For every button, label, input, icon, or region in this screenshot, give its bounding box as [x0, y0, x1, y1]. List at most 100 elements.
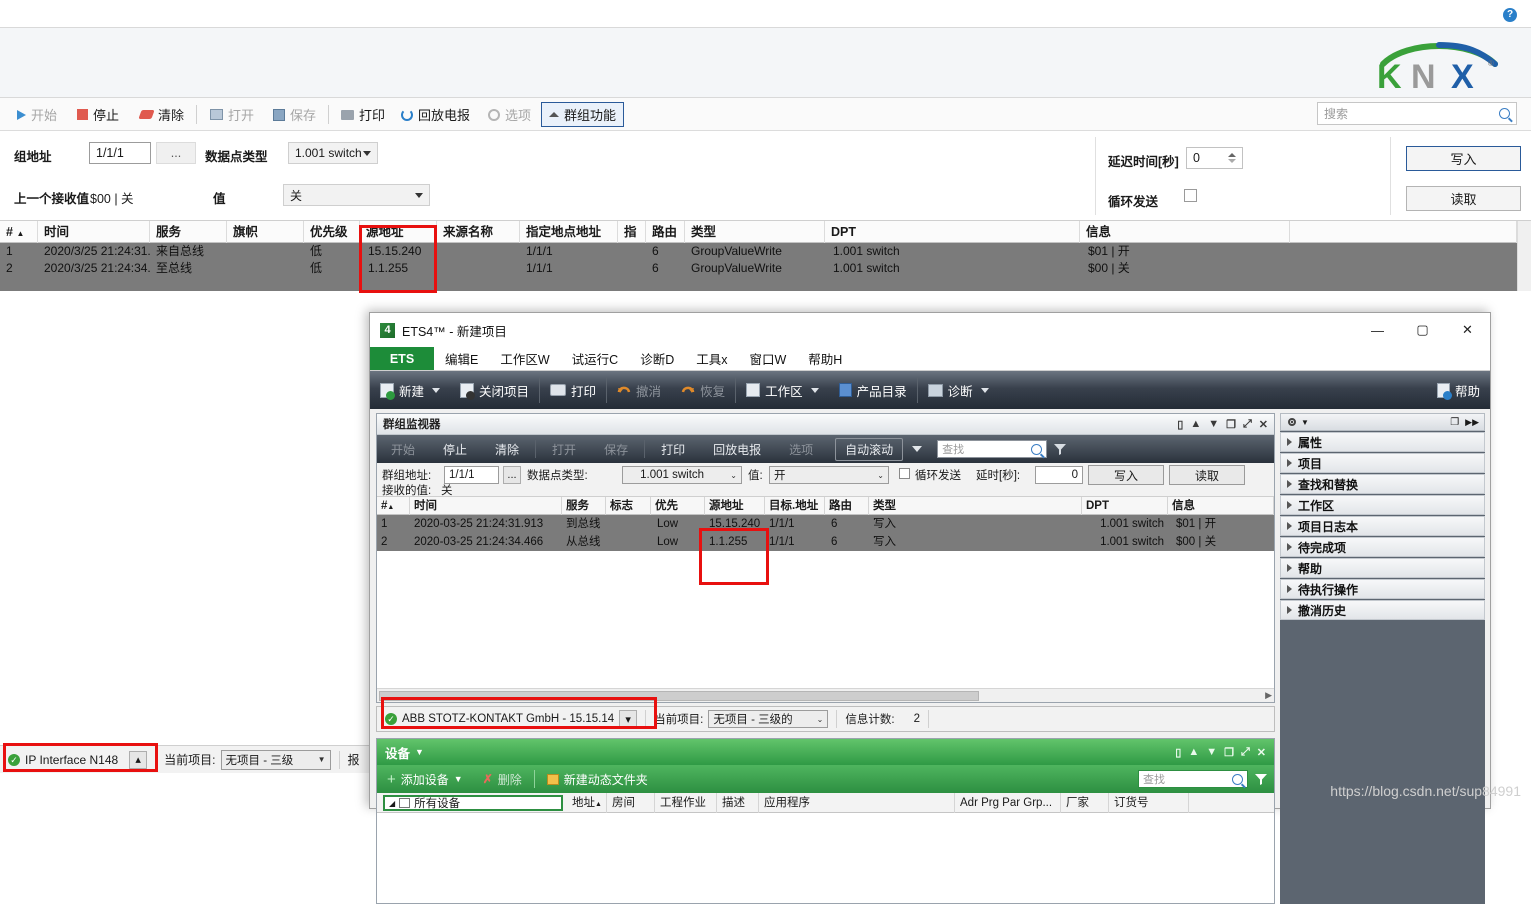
th-ind[interactable]: 指	[618, 221, 646, 243]
new-dynamic-folder-button[interactable]: 新建动态文件夹	[537, 771, 658, 788]
dev-th-room[interactable]: 房间	[607, 793, 655, 813]
th-info[interactable]: 信息	[1080, 221, 1290, 243]
scrollbar-thumb[interactable]	[379, 691, 979, 701]
gm-delay-input[interactable]: 0	[1035, 466, 1083, 484]
sidebar-item-pending-operations[interactable]: 待执行操作	[1280, 579, 1485, 599]
toolbar-group-function-button[interactable]: 群组功能	[541, 102, 625, 127]
gm-th-source-address[interactable]: 源地址	[705, 497, 765, 515]
gm-table-row[interactable]: 2 2020-03-25 21:24:34.466 从总线 Low 1.1.25…	[377, 533, 1274, 551]
toolbar-options-button[interactable]: 选项	[481, 102, 538, 127]
chevron-down-icon[interactable]: ▼	[415, 747, 424, 757]
chevron-down-icon[interactable]	[980, 387, 989, 393]
ribbon-workspace-button[interactable]: 工作区	[736, 371, 829, 409]
value-select[interactable]: 关	[283, 184, 430, 206]
gm-replay-button[interactable]: 回放电报	[699, 441, 775, 458]
th-priority[interactable]: 优先级	[304, 221, 360, 243]
th-source-name[interactable]: 来源名称	[437, 221, 520, 243]
help-icon[interactable]: ?	[1503, 8, 1517, 22]
menu-ets-tab[interactable]: ETS	[370, 347, 434, 370]
gm-read-button[interactable]: 读取	[1169, 465, 1245, 485]
gm-stop-button[interactable]: 停止	[429, 441, 481, 458]
table-vertical-scrollbar[interactable]	[1517, 221, 1531, 291]
sidebar-item-workspace[interactable]: 工作区	[1280, 495, 1485, 515]
close-icon[interactable]: ✕	[1445, 313, 1490, 347]
delay-stepper[interactable]: 0	[1186, 147, 1243, 169]
panel-close-icon[interactable]: ✕	[1257, 746, 1266, 759]
maximize-icon[interactable]: ▢	[1400, 313, 1445, 347]
filter-icon[interactable]	[1053, 442, 1067, 456]
delete-device-button[interactable]: ✗ 删除	[473, 771, 532, 788]
menu-item-help[interactable]: 帮助H	[797, 347, 853, 370]
bg-current-project-select[interactable]: 无项目 - 三级 ▼	[220, 749, 331, 770]
gm-th-service[interactable]: 服务	[562, 497, 606, 515]
th-flags[interactable]: 旗帜	[227, 221, 304, 243]
dev-th-adr-prg-par-grp[interactable]: Adr Prg Par Grp...	[955, 793, 1061, 813]
th-dpt[interactable]: DPT	[825, 221, 1080, 243]
bg-connection-status[interactable]: ✓ IP Interface N148 ▴	[0, 749, 157, 770]
panel-dock-icon[interactable]: ▯	[1177, 418, 1183, 431]
dev-th-order-number[interactable]: 订货号	[1109, 793, 1189, 813]
panel-down-icon[interactable]: ▼	[1206, 746, 1217, 758]
gm-connection-status[interactable]: ✓ ABB STOTZ-KONTAKT GmbH - 15.15.14 ▾	[377, 707, 645, 731]
ribbon-undo-button[interactable]: 撤消	[607, 371, 671, 409]
dev-th-manufacturer[interactable]: 厂家	[1061, 793, 1109, 813]
gm-th-routing[interactable]: 路由	[825, 497, 869, 515]
chevron-down-icon[interactable]: ▼	[1301, 418, 1309, 427]
ribbon-redo-button[interactable]: 恢复	[671, 371, 735, 409]
sidebar-item-project-log[interactable]: 项目日志本	[1280, 516, 1485, 536]
sidebar-item-todo[interactable]: 待完成项	[1280, 537, 1485, 557]
gm-cyclic-checkbox[interactable]	[899, 468, 910, 479]
panel-down-icon[interactable]: ▼	[1208, 418, 1219, 430]
panel-expand-icon[interactable]: ⤢	[1241, 746, 1250, 759]
device-search-input[interactable]: 查找	[1138, 770, 1248, 788]
gm-search-input[interactable]: 查找	[937, 440, 1048, 458]
scroll-right-icon[interactable]: ▶	[1265, 690, 1272, 701]
sidebar-item-help[interactable]: 帮助	[1280, 558, 1485, 578]
gm-start-button[interactable]: 开始	[377, 441, 429, 458]
gm-horizontal-scrollbar[interactable]: ▶	[377, 688, 1274, 702]
sidebar-item-find-replace[interactable]: 查找和替换	[1280, 474, 1485, 494]
panel-restore-icon[interactable]: ❐	[1224, 746, 1234, 759]
dpt-select[interactable]: 1.001 switch	[288, 142, 378, 164]
read-button[interactable]: 读取	[1406, 186, 1521, 211]
gm-th-dpt[interactable]: DPT	[1082, 497, 1168, 515]
gm-print-button[interactable]: 打印	[647, 441, 699, 458]
background-search-input[interactable]: 搜索	[1317, 102, 1517, 125]
toolbar-open-button[interactable]: 打开	[203, 102, 261, 127]
dev-th-address[interactable]: 地址▲	[567, 793, 607, 813]
menu-item-edit[interactable]: 编辑E	[434, 347, 489, 370]
connection-expand-button[interactable]: ▴	[129, 750, 148, 769]
ribbon-new-button[interactable]: 新建	[370, 371, 450, 409]
dev-th-application[interactable]: 应用程序	[759, 793, 955, 813]
table-row[interactable]: 1 2020/3/25 21:24:31.928 来自总线 低 15.15.24…	[0, 243, 1531, 260]
panel-restore-icon[interactable]: ❐	[1226, 418, 1236, 431]
dev-th-job[interactable]: 工程作业	[655, 793, 717, 813]
minimize-icon[interactable]: —	[1355, 313, 1400, 347]
th-routing[interactable]: 路由	[646, 221, 685, 243]
cyclic-checkbox[interactable]	[1184, 189, 1197, 202]
gm-autoscroll-button[interactable]: 自动滚动	[835, 437, 904, 461]
chevron-down-icon[interactable]	[432, 387, 441, 393]
toolbar-start-button[interactable]: 开始	[10, 102, 64, 127]
stepper-arrows-icon[interactable]	[1228, 153, 1236, 163]
panel-close-icon[interactable]: ✕	[1259, 418, 1268, 431]
gm-current-project-select[interactable]: 无项目 - 三级的 ⌄	[708, 710, 829, 728]
chevron-down-icon[interactable]	[810, 387, 819, 393]
dev-th-description[interactable]: 描述	[717, 793, 759, 813]
group-address-browse-button[interactable]: ...	[156, 142, 196, 164]
ribbon-close-project-button[interactable]: 关闭项目	[450, 371, 539, 409]
toolbar-clear-button[interactable]: 清除	[133, 102, 191, 127]
menu-item-workspace[interactable]: 工作区W	[489, 347, 560, 370]
ribbon-help-button[interactable]: 帮助	[1427, 371, 1490, 409]
gm-th-flags[interactable]: 标志	[606, 497, 651, 515]
gm-th-time[interactable]: 时间	[410, 497, 562, 515]
group-address-input[interactable]: 1/1/1	[89, 142, 151, 164]
toolbar-print-button[interactable]: 打印	[334, 102, 392, 127]
ribbon-catalog-button[interactable]: 产品目录	[829, 371, 917, 409]
gm-th-priority[interactable]: 优先	[651, 497, 705, 515]
toolbar-stop-button[interactable]: 停止	[70, 102, 126, 127]
th-source-address[interactable]: 源地址	[360, 221, 437, 243]
th-service[interactable]: 服务	[150, 221, 227, 243]
th-dest-address[interactable]: 指定地点地址	[520, 221, 618, 243]
gm-th-num[interactable]: #▲	[377, 497, 410, 515]
